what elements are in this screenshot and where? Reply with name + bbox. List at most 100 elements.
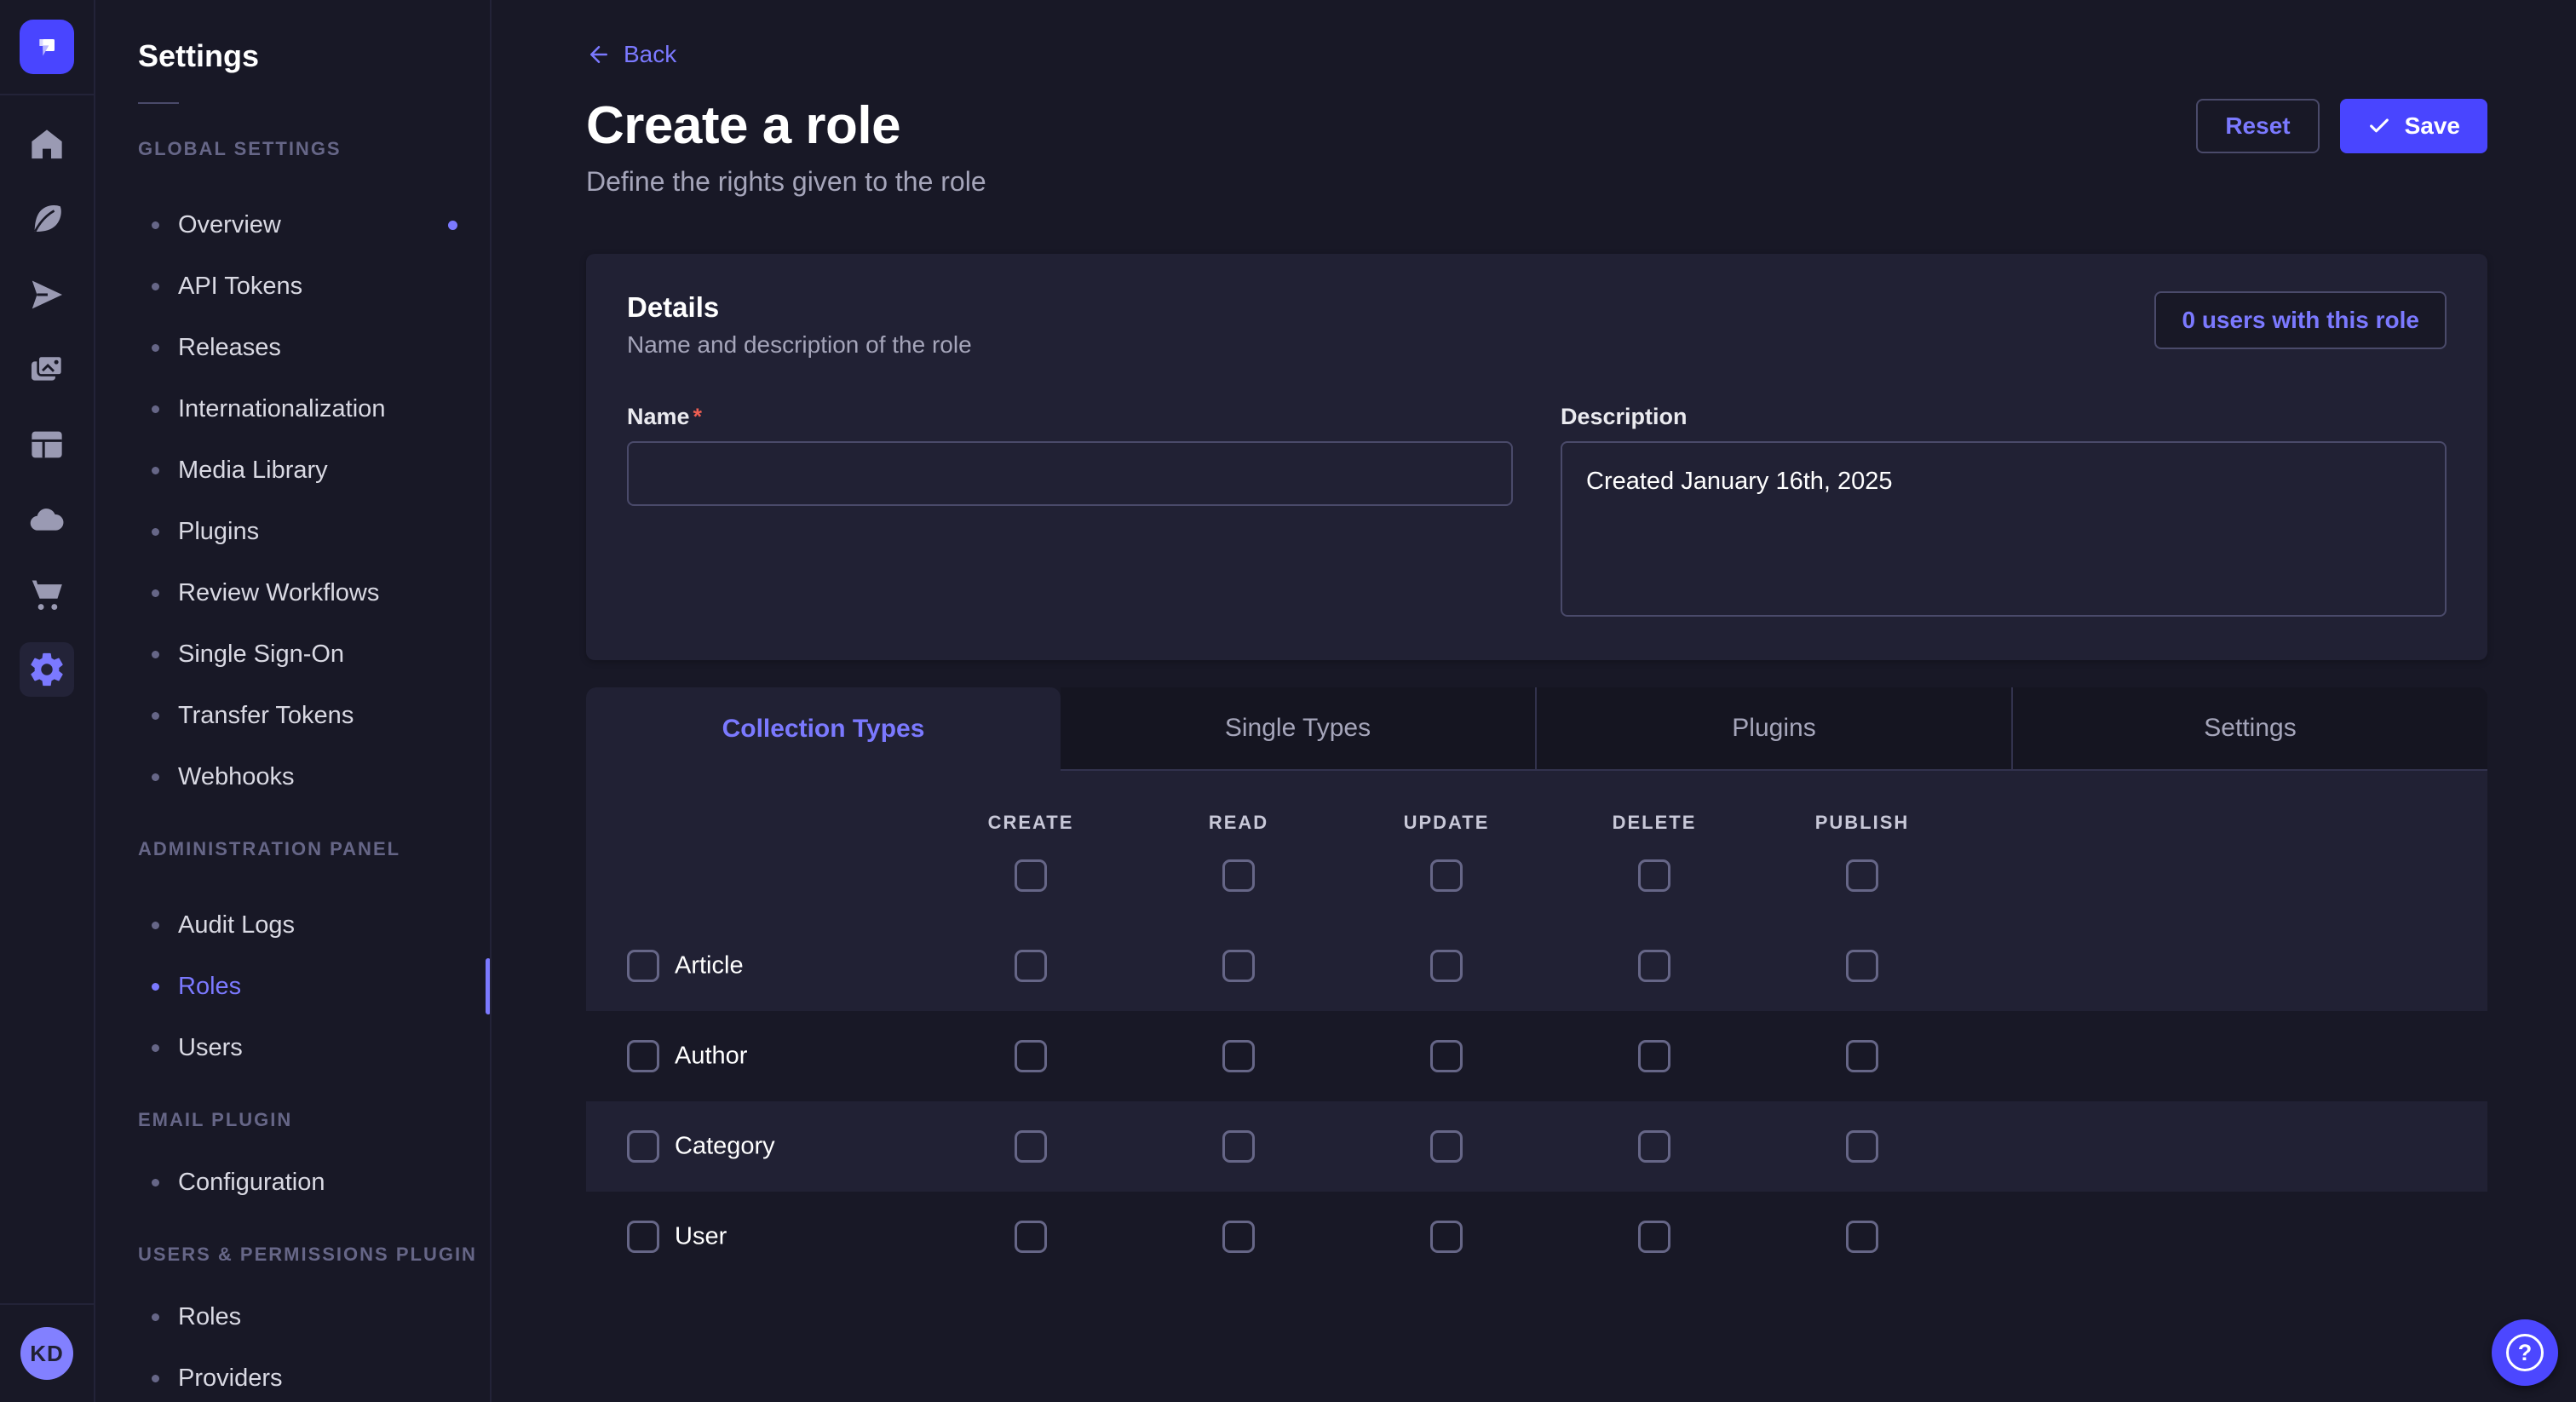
cart-icon[interactable]: [20, 567, 74, 622]
section-header-users-permissions-plugin: USERS & PERMISSIONS PLUGIN: [138, 1244, 490, 1266]
strapi-logo[interactable]: [20, 20, 74, 74]
sidebar-item-roles-up[interactable]: Roles: [95, 1286, 490, 1347]
table-row-user: User: [586, 1192, 2487, 1282]
checkbox-article-create[interactable]: [1015, 950, 1047, 982]
sidebar-item-webhooks[interactable]: Webhooks: [95, 746, 490, 807]
sidebar-item-audit-logs[interactable]: Audit Logs: [95, 894, 490, 956]
bullet-icon: [152, 528, 159, 536]
column-header-update: UPDATE: [1404, 812, 1490, 834]
sidebar-item-api-tokens[interactable]: API Tokens: [95, 256, 490, 317]
avatar[interactable]: KD: [20, 1327, 73, 1380]
tab-collection-types[interactable]: Collection Types: [586, 687, 1061, 771]
tab-settings[interactable]: Settings: [2011, 687, 2487, 771]
bullet-icon: [152, 1375, 159, 1382]
checkbox-user-delete[interactable]: [1638, 1221, 1670, 1253]
row-select-checkbox-category[interactable]: [627, 1130, 659, 1163]
sidebar-item-internationalization[interactable]: Internationalization: [95, 378, 490, 440]
checkbox-article-update[interactable]: [1430, 950, 1463, 982]
checkbox-article-delete[interactable]: [1638, 950, 1670, 982]
permissions-tab-bar: Collection Types Single Types Plugins Se…: [586, 687, 2487, 771]
select-all-update-checkbox[interactable]: [1430, 859, 1463, 892]
bullet-icon: [152, 344, 159, 352]
sidebar-item-review-workflows[interactable]: Review Workflows: [95, 562, 490, 623]
name-field[interactable]: [627, 441, 1513, 506]
bullet-icon: [152, 773, 159, 781]
checkbox-author-delete[interactable]: [1638, 1040, 1670, 1072]
send-icon[interactable]: [20, 267, 74, 322]
sidebar-item-single-sign-on[interactable]: Single Sign-On: [95, 623, 490, 685]
column-header-read: READ: [1209, 812, 1268, 834]
sidebar-item-users[interactable]: Users: [95, 1017, 490, 1078]
tab-plugins[interactable]: Plugins: [1535, 687, 2011, 771]
settings-sidebar: Settings GLOBAL SETTINGS Overview API To…: [95, 0, 492, 1402]
details-card: Details Name and description of the role…: [586, 254, 2487, 660]
required-marker: *: [693, 404, 703, 429]
sidebar-item-roles-admin[interactable]: Roles: [95, 956, 490, 1017]
checkbox-author-update[interactable]: [1430, 1040, 1463, 1072]
main-nav-rail: KD: [0, 0, 95, 1402]
cloud-icon[interactable]: [20, 492, 74, 547]
select-all-create-checkbox[interactable]: [1015, 859, 1047, 892]
details-subheading: Name and description of the role: [627, 330, 972, 359]
checkbox-user-publish[interactable]: [1846, 1221, 1878, 1253]
checkbox-category-publish[interactable]: [1846, 1130, 1878, 1163]
bullet-icon: [152, 589, 159, 597]
sidebar-title: Settings: [138, 39, 490, 73]
question-mark-icon: ?: [2506, 1334, 2544, 1371]
checkbox-author-read[interactable]: [1222, 1040, 1255, 1072]
feather-icon[interactable]: [20, 192, 74, 247]
permissions-table-header: CREATE READ UPDATE DELETE PUBLISH: [586, 771, 2487, 921]
select-all-publish-checkbox[interactable]: [1846, 859, 1878, 892]
rail-footer: KD: [0, 1303, 94, 1402]
row-select-checkbox-author[interactable]: [627, 1040, 659, 1072]
sidebar-item-releases[interactable]: Releases: [95, 317, 490, 378]
notification-dot: [448, 221, 457, 230]
checkbox-author-create[interactable]: [1015, 1040, 1047, 1072]
checkbox-user-create[interactable]: [1015, 1221, 1047, 1253]
settings-gear-icon[interactable]: [20, 642, 74, 697]
back-link[interactable]: Back: [586, 41, 676, 68]
bullet-icon: [152, 1044, 159, 1052]
checkbox-category-read[interactable]: [1222, 1130, 1255, 1163]
reset-button[interactable]: Reset: [2196, 99, 2319, 153]
bullet-icon: [152, 651, 159, 658]
permissions-section: Collection Types Single Types Plugins Se…: [586, 687, 2487, 1282]
home-icon[interactable]: [20, 118, 74, 172]
help-button[interactable]: ?: [2492, 1319, 2558, 1386]
select-all-read-checkbox[interactable]: [1222, 859, 1255, 892]
checkbox-category-update[interactable]: [1430, 1130, 1463, 1163]
column-header-delete: DELETE: [1613, 812, 1697, 834]
row-label: Category: [675, 1133, 775, 1161]
name-label: Name*: [627, 404, 1513, 429]
sidebar-item-media-library[interactable]: Media Library: [95, 440, 490, 501]
users-with-role-button[interactable]: 0 users with this role: [2154, 291, 2447, 349]
checkbox-article-read[interactable]: [1222, 950, 1255, 982]
row-label: User: [675, 1223, 727, 1251]
bullet-icon: [152, 1179, 159, 1187]
tab-single-types[interactable]: Single Types: [1061, 687, 1535, 771]
checkbox-user-read[interactable]: [1222, 1221, 1255, 1253]
sidebar-item-providers[interactable]: Providers: [95, 1347, 490, 1402]
description-field[interactable]: Created January 16th, 2025: [1561, 441, 2447, 617]
row-label: Author: [675, 1043, 747, 1071]
row-select-checkbox-article[interactable]: [627, 950, 659, 982]
checkbox-author-publish[interactable]: [1846, 1040, 1878, 1072]
checkbox-category-delete[interactable]: [1638, 1130, 1670, 1163]
sidebar-item-plugins[interactable]: Plugins: [95, 501, 490, 562]
layout-icon[interactable]: [20, 417, 74, 472]
table-row-author: Author: [586, 1011, 2487, 1101]
table-row-article: Article: [586, 921, 2487, 1011]
save-button[interactable]: Save: [2340, 99, 2487, 153]
sidebar-item-transfer-tokens[interactable]: Transfer Tokens: [95, 685, 490, 746]
select-all-delete-checkbox[interactable]: [1638, 859, 1670, 892]
checkbox-user-update[interactable]: [1430, 1221, 1463, 1253]
checkbox-category-create[interactable]: [1015, 1130, 1047, 1163]
checkbox-article-publish[interactable]: [1846, 950, 1878, 982]
sidebar-item-overview[interactable]: Overview: [95, 194, 490, 256]
table-row-category: Category: [586, 1101, 2487, 1192]
media-library-icon[interactable]: [20, 342, 74, 397]
row-select-checkbox-user[interactable]: [627, 1221, 659, 1253]
sidebar-item-configuration[interactable]: Configuration: [95, 1152, 490, 1213]
permissions-table: CREATE READ UPDATE DELETE PUBLISH Articl…: [586, 771, 2487, 1282]
description-label: Description: [1561, 404, 2447, 429]
